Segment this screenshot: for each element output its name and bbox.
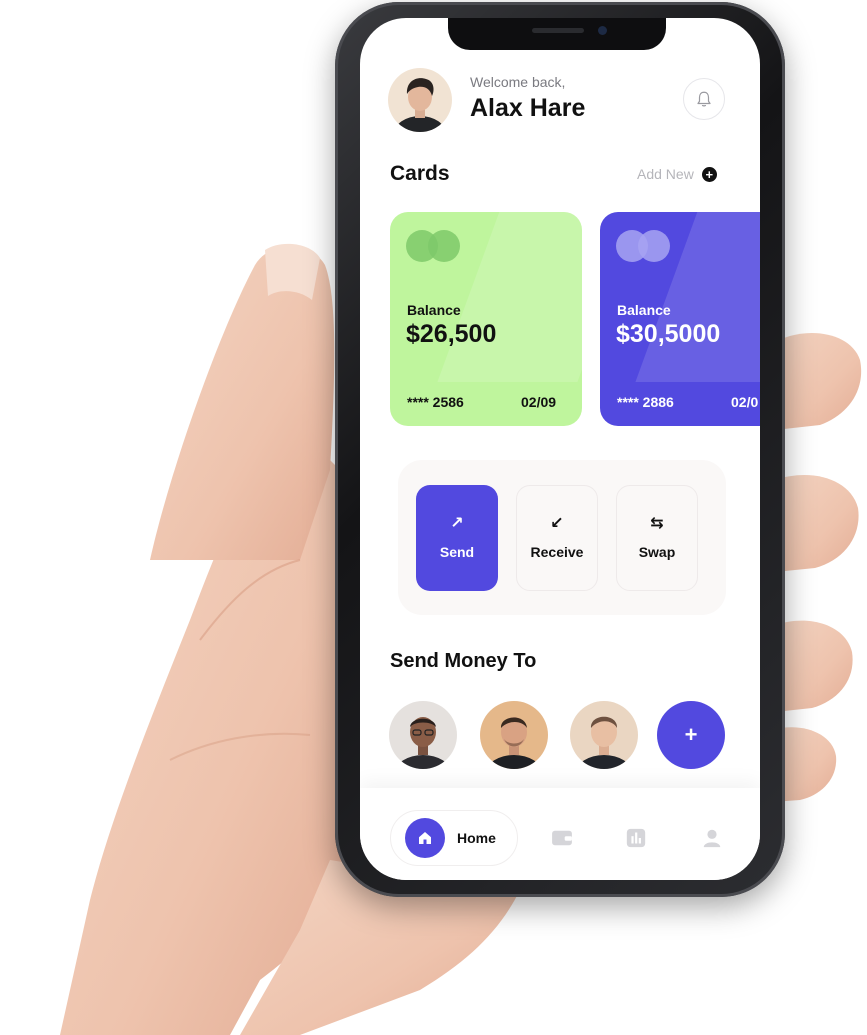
card-green[interactable]: Balance $26,500 **** 2586 02/09 bbox=[390, 212, 582, 426]
add-new-label: Add New bbox=[637, 166, 694, 182]
person-icon bbox=[486, 717, 542, 769]
card-number: **** 2586 bbox=[407, 394, 464, 410]
cards-section-title: Cards bbox=[390, 162, 450, 185]
user-avatar[interactable] bbox=[388, 68, 452, 132]
notification-button[interactable] bbox=[683, 78, 725, 120]
nav-home-tab[interactable]: Home bbox=[390, 810, 518, 866]
card-brand-logo bbox=[406, 230, 462, 262]
phone-notch bbox=[448, 18, 666, 50]
card-number: **** 2886 bbox=[617, 394, 674, 410]
user-name: Alax Hare bbox=[470, 94, 586, 122]
person-icon bbox=[576, 716, 632, 769]
swap-label: Swap bbox=[638, 544, 676, 560]
nav-home-label: Home bbox=[457, 830, 496, 846]
swap-button[interactable]: ⇆ Swap bbox=[616, 485, 698, 591]
app-screen: Welcome back, Alax Hare Cards Add New + … bbox=[360, 18, 760, 880]
speaker-grille bbox=[532, 28, 584, 33]
home-icon bbox=[405, 818, 445, 858]
send-label: Send bbox=[439, 544, 475, 560]
receive-label: Receive bbox=[530, 544, 584, 560]
receive-button[interactable]: ↙ Receive bbox=[516, 485, 598, 591]
avatar-person-icon bbox=[394, 78, 446, 132]
card-balance-label: Balance bbox=[407, 302, 461, 318]
profile-icon[interactable] bbox=[700, 826, 724, 850]
add-new-card-button[interactable]: Add New + bbox=[637, 166, 717, 182]
plus-icon: + bbox=[701, 166, 717, 182]
add-contact-button[interactable]: + bbox=[657, 701, 725, 769]
send-button[interactable]: ↗ Send bbox=[416, 485, 498, 591]
chart-icon[interactable] bbox=[624, 826, 648, 850]
bottom-navigation: Home bbox=[360, 788, 760, 880]
contact-avatar[interactable] bbox=[480, 701, 548, 769]
card-expiry: 02/0 bbox=[731, 394, 759, 410]
card-balance-value: $26,500 bbox=[406, 320, 497, 348]
welcome-text: Welcome back, bbox=[470, 74, 566, 90]
front-camera bbox=[598, 26, 607, 35]
card-expiry: 02/09 bbox=[521, 394, 557, 410]
swap-arrows-icon: ⇆ bbox=[650, 515, 664, 532]
contact-avatar[interactable] bbox=[570, 701, 638, 769]
card-balance-value: $30,5000 bbox=[616, 320, 721, 348]
arrow-up-right-icon: ↗ bbox=[450, 515, 464, 532]
card-balance-label: Balance bbox=[617, 302, 671, 318]
arrow-down-left-icon: ↙ bbox=[550, 515, 564, 532]
card-brand-logo bbox=[616, 230, 672, 262]
card-blue[interactable]: Balance $30,5000 **** 2886 02/0 bbox=[600, 212, 760, 426]
person-icon bbox=[395, 717, 451, 769]
send-money-title: Send Money To bbox=[390, 650, 537, 672]
plus-icon: + bbox=[684, 722, 698, 747]
contact-avatar[interactable] bbox=[389, 701, 457, 769]
bell-icon bbox=[697, 91, 711, 107]
wallet-icon[interactable] bbox=[550, 826, 574, 850]
quick-actions-panel: ↗ Send ↙ Receive ⇆ Swap bbox=[398, 460, 726, 615]
